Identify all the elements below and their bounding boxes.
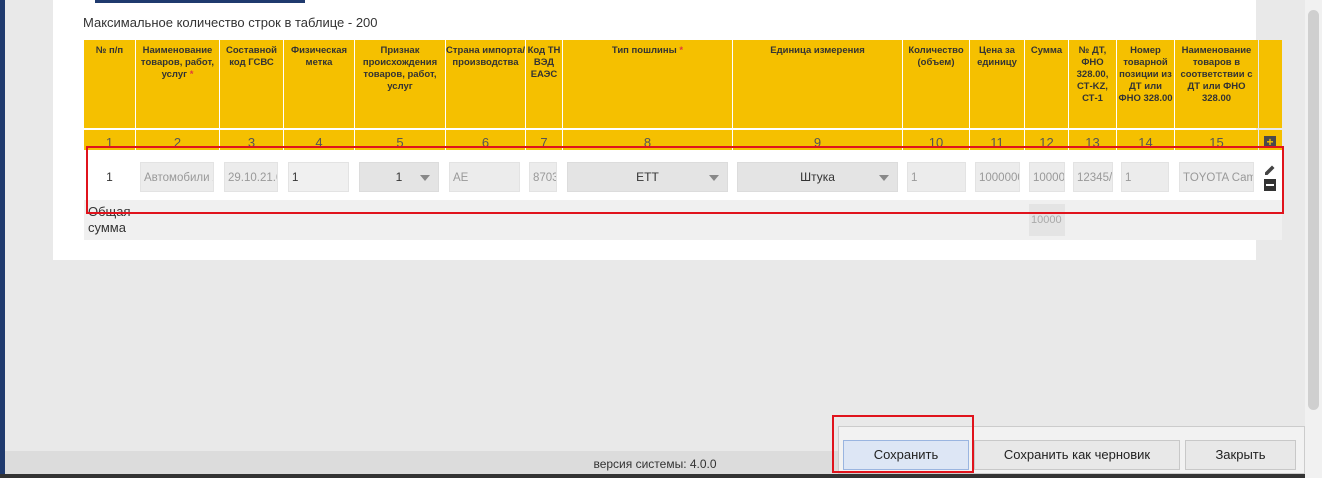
max-rows-note: Максимальное количество строк в таблице … — [83, 15, 378, 30]
header-duty: Тип пошлины * — [563, 40, 732, 128]
header-unit: Единица измерения — [733, 40, 902, 128]
header-pos: Номер товарной позиции из ДТ или ФНО 328… — [1117, 40, 1174, 128]
close-button[interactable]: Закрыть — [1185, 440, 1296, 470]
header-actions — [1259, 40, 1282, 128]
header-qty: Количество (объем) — [903, 40, 969, 128]
header-price: Цена за единицу — [970, 40, 1024, 128]
header-phys: Физическая метка — [284, 40, 354, 128]
title-underline — [95, 0, 305, 3]
header-country: Страна импорта/ производства — [446, 40, 525, 128]
header-num: № п/п — [84, 40, 135, 128]
bottom-strip — [0, 474, 1305, 478]
left-accent-stripe — [0, 0, 5, 478]
header-dt: № ДТ, ФНО 328.00, СТ-KZ, СТ-1 — [1069, 40, 1116, 128]
row-highlight-box — [86, 146, 1284, 214]
header-sum: Сумма — [1025, 40, 1068, 128]
header-dt-name: Наименование товаров в соответствии с ДТ… — [1175, 40, 1258, 128]
scrollbar-thumb[interactable] — [1308, 10, 1319, 410]
save-draft-button[interactable]: Сохранить как черновик — [974, 440, 1180, 470]
save-highlight-box — [832, 415, 974, 473]
header-tnved: Код ТН ВЭД ЕАЭС — [526, 40, 562, 128]
header-origin: Признак происхождения товаров, работ, ус… — [355, 40, 445, 128]
header-name: Наименование товаров, работ, услуг * — [136, 40, 219, 128]
header-gsvs: Составной код ГСВС — [220, 40, 283, 128]
